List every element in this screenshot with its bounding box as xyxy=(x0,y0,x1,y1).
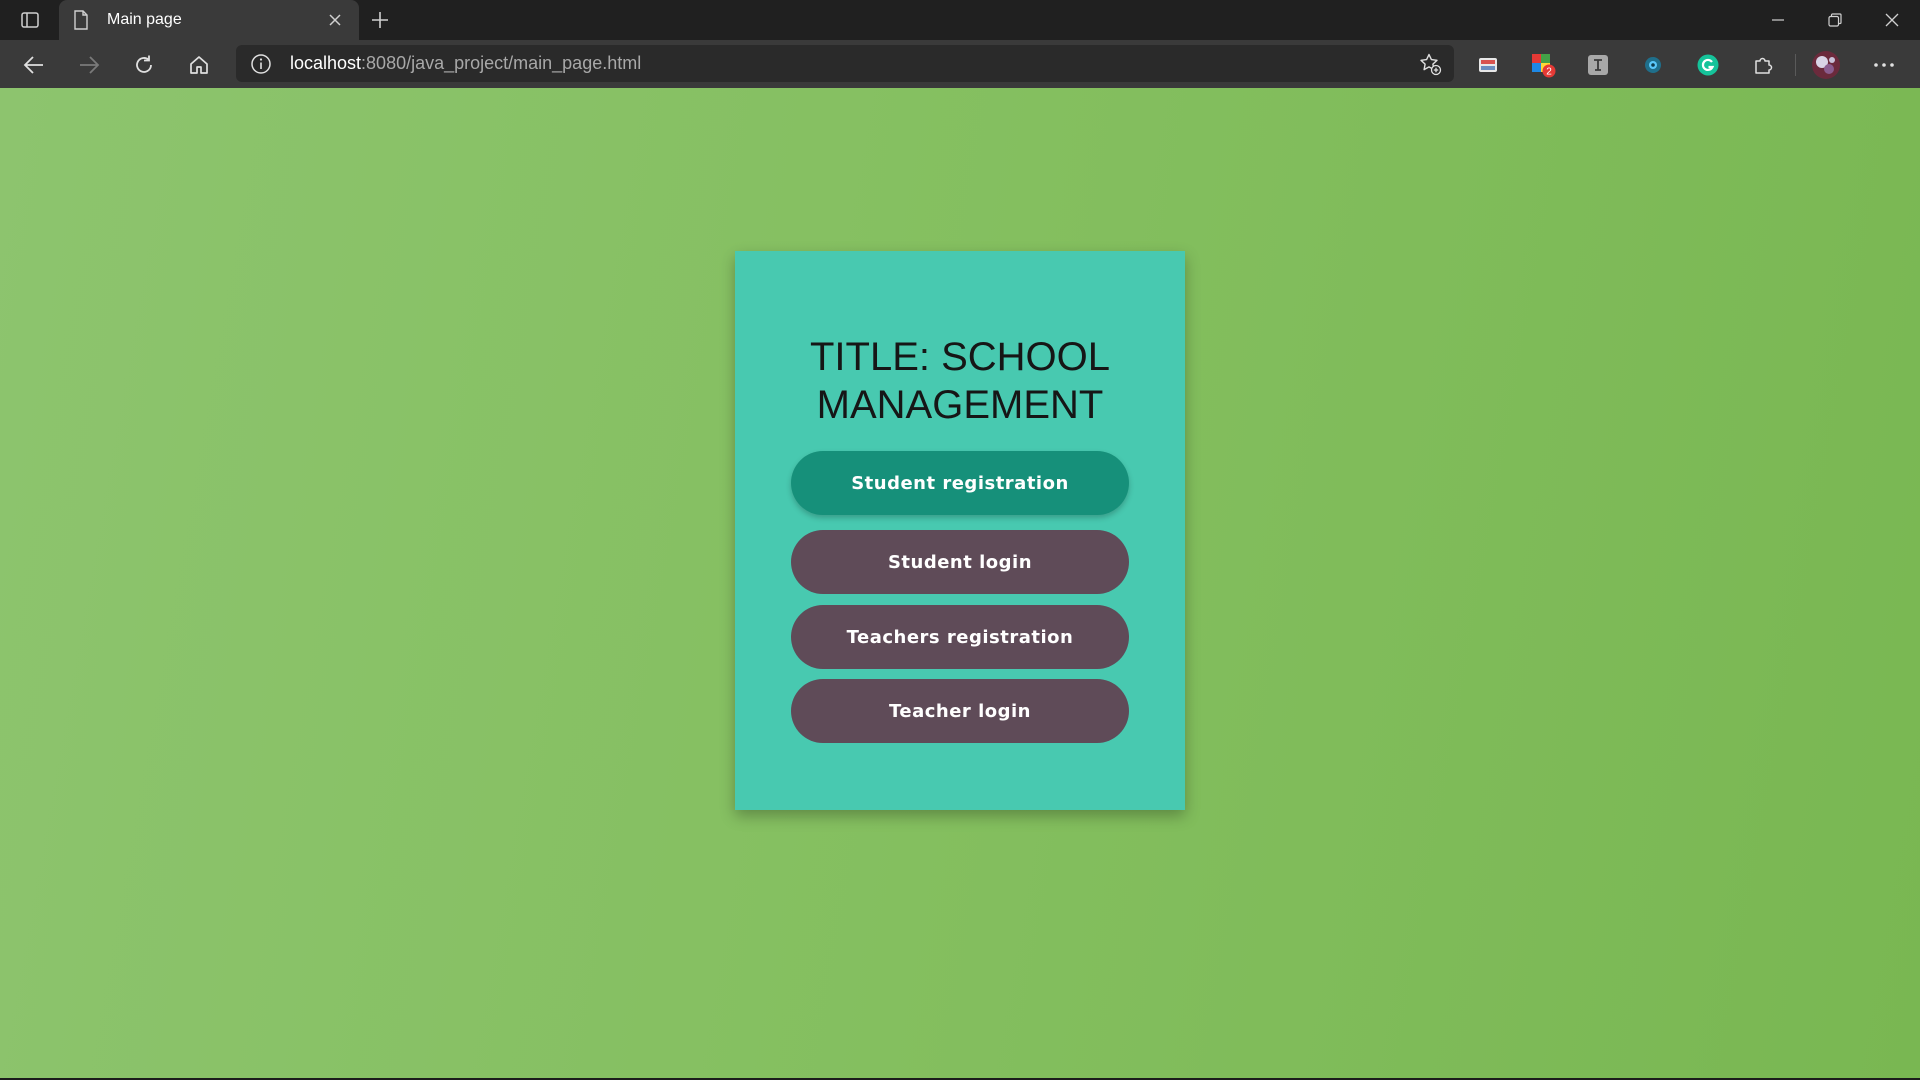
tab-actions-icon xyxy=(21,12,39,28)
forward-button[interactable] xyxy=(74,50,104,80)
browser-toolbar: localhost:8080/java_project/main_page.ht… xyxy=(0,40,1920,88)
grammarly-icon[interactable] xyxy=(1695,52,1721,78)
url-path: :8080/java_project/main_page.html xyxy=(361,53,642,73)
url-host: localhost xyxy=(290,53,362,73)
extension-eye-icon[interactable] xyxy=(1640,52,1666,78)
new-tab-button[interactable] xyxy=(366,8,394,32)
tab-close-icon[interactable] xyxy=(325,10,345,30)
minimize-button[interactable] xyxy=(1749,0,1806,40)
extension-badge-count: 2 xyxy=(1546,67,1552,78)
minimize-icon xyxy=(1771,19,1784,21)
tab-strip: Main page xyxy=(0,0,1920,40)
plus-icon xyxy=(372,12,388,28)
page-title: TITLE: SCHOOL MANAGEMENT xyxy=(809,335,1111,427)
address-bar[interactable]: localhost:8080/java_project/main_page.ht… xyxy=(236,45,1454,82)
more-options-icon xyxy=(1874,63,1894,67)
extension-translate-icon[interactable] xyxy=(1585,52,1611,78)
home-button[interactable] xyxy=(184,50,214,80)
profile-avatar[interactable] xyxy=(1811,50,1841,80)
extension-cast-icon[interactable] xyxy=(1475,52,1501,78)
close-icon xyxy=(1885,13,1898,27)
main-card: TITLE: SCHOOL MANAGEMENT Student registr… xyxy=(735,251,1185,810)
close-window-button[interactable] xyxy=(1863,0,1920,40)
teacher-login-button[interactable]: Teacher login xyxy=(791,679,1129,743)
home-icon xyxy=(190,56,208,74)
tab-main-page[interactable]: Main page xyxy=(59,0,359,40)
restore-icon xyxy=(1827,13,1842,27)
url-text[interactable]: localhost:8080/java_project/main_page.ht… xyxy=(290,45,641,82)
extensions-puzzle-icon[interactable] xyxy=(1750,52,1776,78)
page-viewport: TITLE: SCHOOL MANAGEMENT Student registr… xyxy=(0,88,1920,1078)
window-controls xyxy=(1749,0,1920,40)
tab-title: Main page xyxy=(107,11,182,28)
settings-menu-button[interactable] xyxy=(1871,52,1897,78)
site-info-icon[interactable] xyxy=(250,53,272,75)
toolbar-separator xyxy=(1795,54,1796,76)
page-icon xyxy=(73,10,93,30)
refresh-icon xyxy=(136,55,152,73)
refresh-button[interactable] xyxy=(129,50,159,80)
tab-actions-button[interactable] xyxy=(16,8,44,32)
add-favorite-icon[interactable] xyxy=(1418,52,1442,76)
extension-badge-icon[interactable]: 2 xyxy=(1530,52,1556,78)
back-arrow-icon xyxy=(23,56,43,74)
student-registration-button[interactable]: Student registration xyxy=(791,451,1129,515)
forward-arrow-icon xyxy=(80,56,100,74)
back-button[interactable] xyxy=(19,50,49,80)
restore-button[interactable] xyxy=(1806,0,1863,40)
teachers-registration-button[interactable]: Teachers registration xyxy=(791,605,1129,669)
student-login-button[interactable]: Student login xyxy=(791,530,1129,594)
